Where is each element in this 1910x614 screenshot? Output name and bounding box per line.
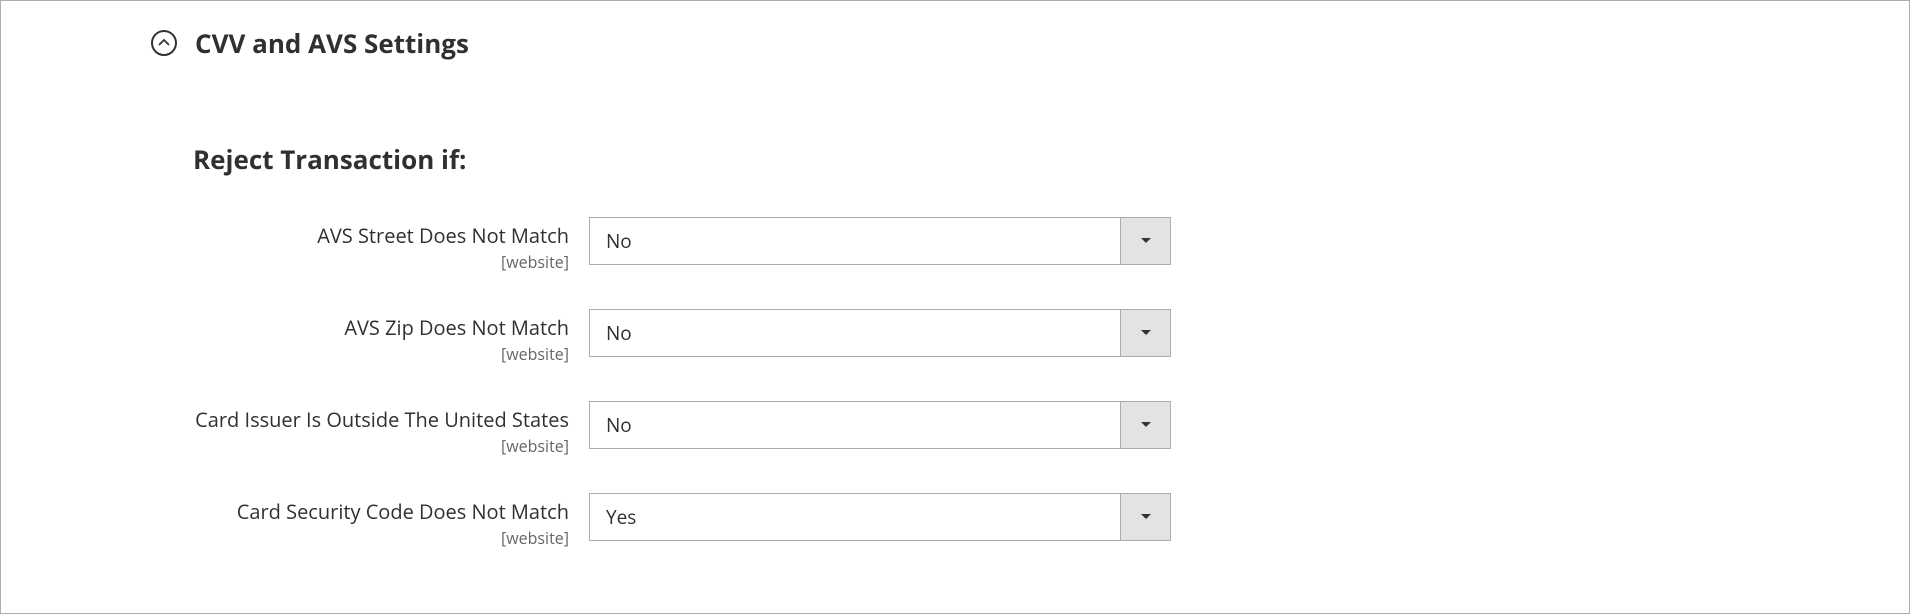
field-label: AVS Street Does Not Match bbox=[193, 223, 569, 249]
select-value: No bbox=[590, 310, 1120, 356]
select-value: Yes bbox=[590, 494, 1120, 540]
field-scope: [website] bbox=[193, 251, 569, 273]
field-scope: [website] bbox=[193, 527, 569, 549]
chevron-down-icon bbox=[1120, 494, 1170, 540]
form-rows: AVS Street Does Not Match [website] No A… bbox=[1, 217, 1909, 549]
field-card-issuer-outside-us: Card Issuer Is Outside The United States… bbox=[193, 401, 1909, 457]
select-avs-street[interactable]: No bbox=[589, 217, 1171, 265]
chevron-down-icon bbox=[1120, 310, 1170, 356]
label-col: Card Security Code Does Not Match [websi… bbox=[193, 493, 589, 549]
subsection-title: Reject Transaction if: bbox=[1, 61, 1909, 177]
collapse-icon bbox=[151, 30, 177, 56]
input-col: Yes bbox=[589, 493, 1171, 541]
field-avs-zip: AVS Zip Does Not Match [website] No bbox=[193, 309, 1909, 365]
field-label: Card Issuer Is Outside The United States bbox=[193, 407, 569, 433]
select-card-issuer-outside-us[interactable]: No bbox=[589, 401, 1171, 449]
field-cvv-mismatch: Card Security Code Does Not Match [websi… bbox=[193, 493, 1909, 549]
section-header[interactable]: CVV and AVS Settings bbox=[1, 1, 1909, 61]
select-value: No bbox=[590, 402, 1120, 448]
select-avs-zip[interactable]: No bbox=[589, 309, 1171, 357]
label-col: AVS Street Does Not Match [website] bbox=[193, 217, 589, 273]
chevron-down-icon bbox=[1120, 218, 1170, 264]
field-label: AVS Zip Does Not Match bbox=[193, 315, 569, 341]
label-col: AVS Zip Does Not Match [website] bbox=[193, 309, 589, 365]
input-col: No bbox=[589, 217, 1171, 265]
field-label: Card Security Code Does Not Match bbox=[193, 499, 569, 525]
input-col: No bbox=[589, 401, 1171, 449]
input-col: No bbox=[589, 309, 1171, 357]
label-col: Card Issuer Is Outside The United States… bbox=[193, 401, 589, 457]
chevron-down-icon bbox=[1120, 402, 1170, 448]
select-cvv-mismatch[interactable]: Yes bbox=[589, 493, 1171, 541]
field-scope: [website] bbox=[193, 343, 569, 365]
select-value: No bbox=[590, 218, 1120, 264]
field-scope: [website] bbox=[193, 435, 569, 457]
field-avs-street: AVS Street Does Not Match [website] No bbox=[193, 217, 1909, 273]
section-title: CVV and AVS Settings bbox=[195, 25, 469, 61]
